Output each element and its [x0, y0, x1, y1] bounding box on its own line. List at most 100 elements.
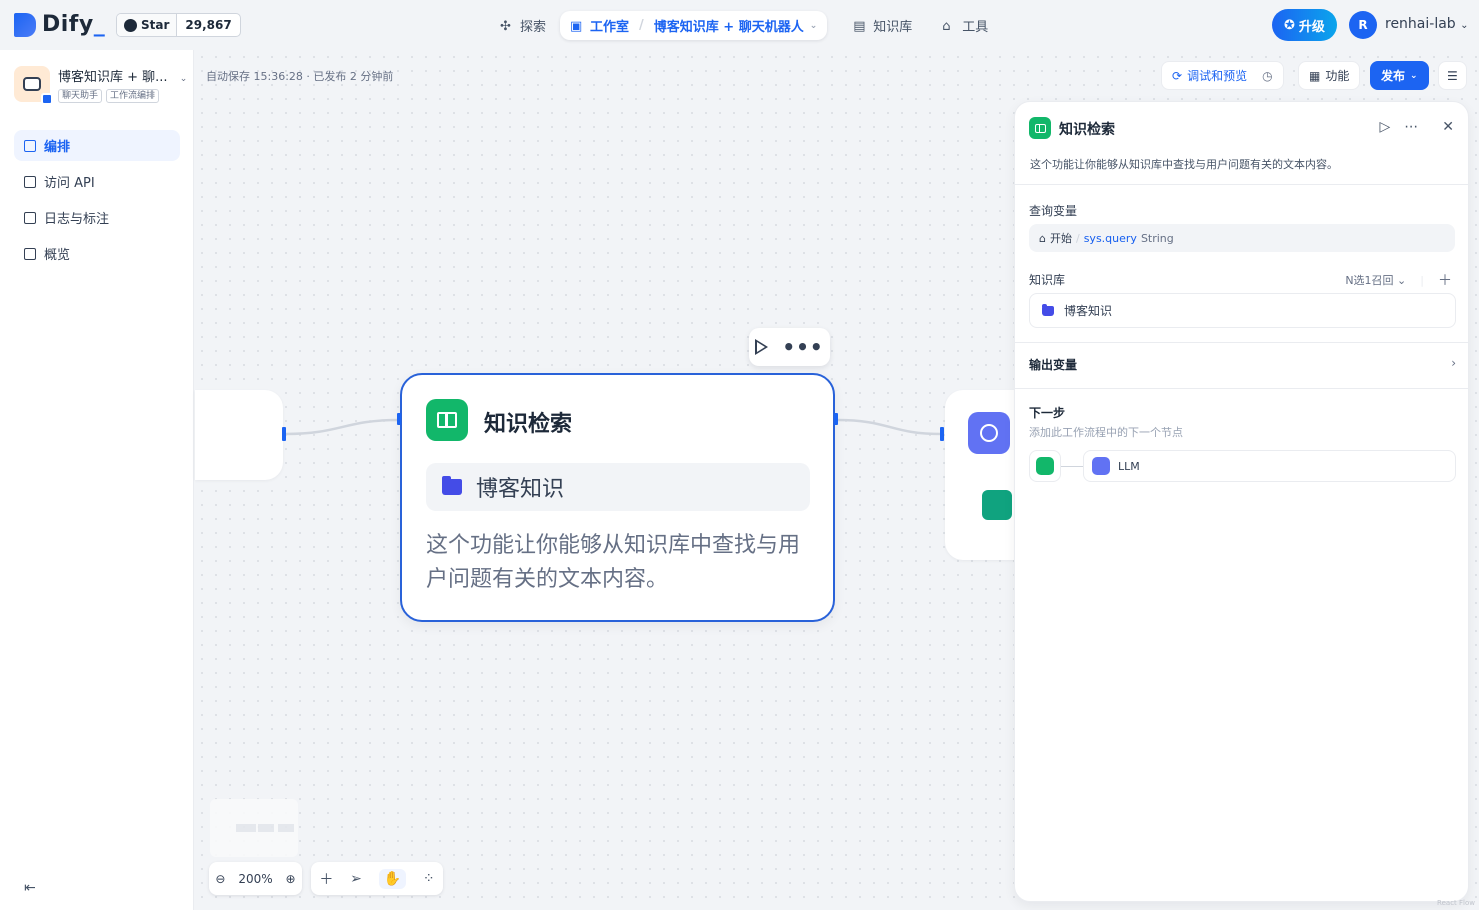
zoom-level[interactable]: 200%: [238, 872, 272, 886]
knowledge-retrieval-icon: [1029, 117, 1051, 139]
autosave-status: 自动保存 15:36:28 · 已发布 2 分钟前: [206, 70, 394, 83]
publish-button[interactable]: 发布 ⌄: [1370, 61, 1429, 90]
llm-target-handle[interactable]: [940, 427, 944, 441]
app-sidebar: 博客知识库 + 聊... ⌄ 聊天助手 工作流编排 编排 访问 API 日志与标…: [0, 50, 194, 910]
sparkle-icon: ✪: [1284, 17, 1295, 33]
home-icon: ⌂: [1039, 231, 1046, 245]
organize-icon[interactable]: ⁘: [423, 871, 435, 887]
nav-studio[interactable]: ▣ 工作室 / 博客知识库 + 聊天机器人 ⌄: [560, 11, 828, 40]
zoom-control: ⊖ 200% ⊕: [209, 862, 302, 895]
nav-tools[interactable]: ⌂ 工具: [932, 11, 998, 40]
knowledge-target-handle[interactable]: [397, 413, 401, 425]
llm-node[interactable]: [945, 390, 1015, 560]
file-log-icon: [24, 211, 36, 224]
app-tag-chat: 聊天助手: [58, 89, 103, 103]
node-config-panel: 知识检索 ▷ ⋯ ✕ 这个功能让你能够从知识库中查找与用户问题有关的文本内容。 …: [1014, 101, 1469, 902]
close-icon[interactable]: ✕: [1442, 119, 1454, 135]
current-node-chip: [1029, 450, 1061, 482]
panel-title[interactable]: 知识检索: [1059, 119, 1115, 139]
run-node-icon[interactable]: [755, 339, 769, 355]
zoom-in-icon[interactable]: ⊕: [285, 872, 295, 886]
next-step-subtitle: 添加此工作流程中的下一个节点: [1029, 426, 1183, 439]
nav-knowledge[interactable]: ▤ 知识库: [843, 11, 922, 40]
sidebar-menu: 编排 访问 API 日志与标注 概览: [14, 130, 180, 274]
chevron-down-icon: ⌄: [809, 20, 818, 31]
llm-icon: [1092, 457, 1110, 475]
top-bar: Dify_ Star 29,867 ✣ 探索 ▣ 工作室 / 博客知识库 + 聊…: [0, 0, 1479, 50]
github-star-count: 29,867: [185, 18, 232, 32]
query-variable-field[interactable]: ⌂ 开始 / sys.query String: [1029, 224, 1455, 252]
chevron-down-icon: ⌄: [1460, 20, 1469, 31]
checklist-button[interactable]: ☰: [1438, 61, 1467, 90]
next-node-llm[interactable]: LLM: [1083, 450, 1456, 482]
refresh-icon: ⟳: [1172, 68, 1183, 83]
upgrade-button[interactable]: ✪ 升级: [1272, 9, 1337, 41]
add-node-icon[interactable]: ＋: [319, 869, 333, 889]
debug-preview-button[interactable]: ⟳ 调试和预览 ◷: [1161, 61, 1284, 90]
dify-logo[interactable]: Dify_: [14, 12, 105, 37]
chevron-down-icon: ⌄: [1410, 70, 1418, 81]
main-nav: ✣ 探索 ▣ 工作室 / 博客知识库 + 聊天机器人 ⌄ ▤ 知识库 ⌂ 工具: [490, 11, 998, 40]
current-app-name[interactable]: 博客知识库 + 聊天机器人: [654, 16, 804, 35]
minimap-node: [258, 824, 274, 832]
github-star-label: Star: [141, 18, 170, 32]
node-dataset: 博客知识: [426, 463, 810, 511]
avatar[interactable]: R: [1349, 11, 1377, 39]
nav-explore[interactable]: ✣ 探索: [490, 11, 556, 40]
zoom-out-icon[interactable]: ⊖: [215, 872, 225, 886]
minimap[interactable]: [210, 799, 298, 857]
knowledge-retrieval-icon: [1036, 457, 1054, 475]
app-tag-workflow: 工作流编排: [106, 89, 160, 103]
connector-line: [1061, 466, 1083, 467]
collapse-sidebar-icon[interactable]: ⇤: [24, 880, 36, 896]
query-variable-label: 查询变量: [1029, 204, 1078, 218]
app-info[interactable]: 博客知识库 + 聊... ⌄ 聊天助手 工作流编排: [14, 66, 188, 105]
node-description: 这个功能让你能够从知识库中查找与用户问题有关的文本内容。: [426, 533, 801, 592]
reactflow-attribution[interactable]: React Flow: [1437, 899, 1475, 907]
knowledge-label: 知识库: [1029, 273, 1066, 287]
minimap-node: [236, 824, 256, 832]
sidebar-item-orchestrate[interactable]: 编排: [14, 130, 180, 161]
app-avatar-icon: [14, 66, 53, 105]
minimap-node: [278, 824, 294, 832]
knowledge-source-handle[interactable]: [834, 413, 838, 425]
knowledge-retrieval-node[interactable]: 知识检索 博客知识 这个功能让你能够从知识库中查找与用户问题有关的文本内容。: [400, 373, 835, 622]
chevron-right-icon: ›: [1451, 356, 1456, 370]
robot-icon: ▣: [570, 18, 583, 34]
folder-icon: [442, 476, 462, 495]
more-icon[interactable]: •••: [782, 337, 823, 357]
knowledge-item[interactable]: 博客知识: [1029, 293, 1456, 328]
start-node-source-handle[interactable]: [282, 427, 286, 441]
node-title: 知识检索: [484, 412, 573, 437]
github-star-button[interactable]: Star 29,867: [116, 13, 241, 37]
sidebar-item-logs[interactable]: 日志与标注: [14, 202, 180, 233]
chevron-down-icon: ⌄: [179, 74, 188, 84]
account-menu[interactable]: renhai-lab ⌄: [1385, 16, 1469, 32]
add-knowledge-icon[interactable]: ＋: [1438, 270, 1452, 290]
openai-icon: [982, 490, 1012, 520]
divider: [1015, 342, 1468, 343]
sidebar-item-overview[interactable]: 概览: [14, 238, 180, 269]
app-title: 博客知识库 + 聊... ⌄: [58, 70, 188, 85]
output-variables-toggle[interactable]: 输出变量 ›: [1029, 356, 1456, 373]
run-icon[interactable]: ▷: [1379, 119, 1390, 135]
compass-icon: ✣: [500, 18, 511, 34]
panel-description[interactable]: 这个功能让你能够从知识库中查找与用户问题有关的文本内容。: [1030, 156, 1338, 172]
start-node[interactable]: [195, 390, 283, 480]
divider: |: [1420, 273, 1424, 287]
folder-icon: [1042, 303, 1054, 316]
app-type-badge-icon: [41, 93, 53, 105]
hand-icon[interactable]: ✋: [378, 868, 407, 889]
chart-icon: [24, 247, 36, 260]
more-icon[interactable]: ⋯: [1404, 119, 1418, 135]
sidebar-item-api[interactable]: 访问 API: [14, 166, 180, 197]
features-button[interactable]: ▦ 功能: [1298, 61, 1361, 90]
canvas-tools: ＋ ➢ ✋ ⁘: [311, 862, 443, 895]
divider: [1015, 184, 1468, 185]
next-step-title: 下一步: [1029, 406, 1066, 420]
toolbox-icon: ⌂: [942, 18, 951, 34]
retrieval-mode-select[interactable]: N选1召回 ⌄: [1345, 272, 1406, 288]
history-icon[interactable]: ◷: [1262, 69, 1272, 83]
pointer-icon[interactable]: ➢: [350, 871, 362, 887]
book-icon: ▤: [853, 18, 866, 34]
